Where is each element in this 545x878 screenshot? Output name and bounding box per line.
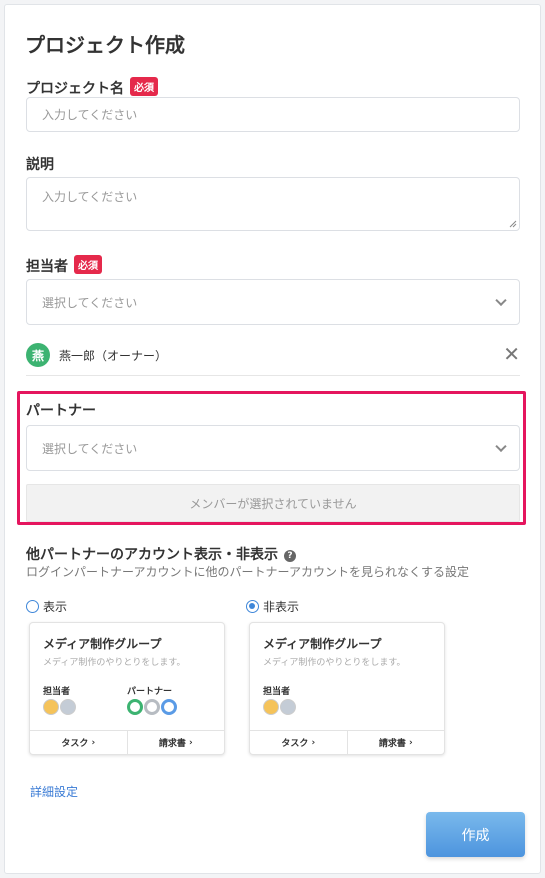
project-name-label-text: プロジェクト名 bbox=[26, 81, 124, 97]
chevron-right-icon: › bbox=[405, 737, 413, 748]
visibility-description: ログインパートナーアカウントに他のパートナーアカウントを見られなくする設定 bbox=[26, 565, 470, 579]
chevron-down-icon bbox=[495, 440, 507, 453]
required-badge: 必須 bbox=[130, 77, 158, 96]
radio-show-button[interactable] bbox=[26, 600, 39, 613]
help-icon[interactable]: ? bbox=[284, 550, 296, 562]
radio-hide-button[interactable] bbox=[246, 600, 259, 613]
description-label: 説明 bbox=[26, 157, 54, 173]
description-textarea[interactable]: 入力してください bbox=[26, 177, 520, 231]
radio-show[interactable]: 表示 bbox=[26, 598, 67, 615]
card-assignee-avatars bbox=[263, 699, 297, 715]
chevron-right-icon: › bbox=[88, 737, 96, 748]
chevron-right-icon: › bbox=[185, 737, 193, 748]
card-assignee-label: 担当者 bbox=[43, 687, 71, 697]
card-partner-avatars bbox=[127, 699, 178, 715]
radio-hide[interactable]: 非表示 bbox=[246, 598, 299, 615]
project-name-input[interactable]: 入力してください bbox=[26, 97, 520, 132]
radio-show-label: 表示 bbox=[43, 600, 68, 614]
card-assignee-label: 担当者 bbox=[263, 687, 291, 697]
card-invoice-label: 請求書 bbox=[158, 739, 186, 749]
card-task-link: タスク › bbox=[250, 731, 347, 754]
card-title: メディア制作グループ bbox=[43, 637, 162, 651]
card-partner-label: パートナー bbox=[127, 687, 173, 697]
project-name-placeholder: 入力してください bbox=[42, 108, 138, 122]
card-invoice-label: 請求書 bbox=[378, 739, 406, 749]
visibility-title: 他パートナーのアカウント表示・非表示? bbox=[26, 544, 296, 564]
avatar bbox=[43, 699, 59, 715]
assignee-placeholder: 選択してください bbox=[42, 295, 138, 310]
preview-card-hide: メディア制作グループ メディア制作のやりとりをします。 担当者 タスク › 請求… bbox=[249, 622, 445, 755]
partner-placeholder: 選択してください bbox=[42, 441, 138, 456]
required-badge: 必須 bbox=[74, 255, 102, 274]
card-invoice-link: 請求書 › bbox=[126, 731, 225, 754]
card-assignee-avatars bbox=[43, 699, 77, 715]
avatar bbox=[161, 699, 177, 715]
project-create-panel: プロジェクト作成 プロジェクト名 必須 入力してください 説明 入力してください … bbox=[4, 4, 541, 874]
avatar bbox=[60, 699, 76, 715]
avatar bbox=[127, 699, 143, 715]
avatar bbox=[144, 699, 160, 715]
card-invoice-link: 請求書 › bbox=[346, 731, 445, 754]
page-title: プロジェクト作成 bbox=[25, 33, 185, 57]
avatar bbox=[280, 699, 296, 715]
avatar: 燕 bbox=[26, 343, 50, 367]
card-description: メディア制作のやりとりをします。 bbox=[43, 658, 186, 668]
chevron-down-icon bbox=[495, 294, 507, 307]
avatar bbox=[263, 699, 279, 715]
resize-handle-icon[interactable] bbox=[509, 220, 517, 228]
radio-hide-label: 非表示 bbox=[263, 600, 300, 614]
card-footer: タスク › 請求書 › bbox=[30, 730, 224, 754]
assignee-name: 燕一郎（オーナー） bbox=[59, 349, 168, 363]
visibility-title-text: 他パートナーのアカウント表示・非表示 bbox=[26, 547, 278, 563]
card-task-label: タスク bbox=[61, 739, 89, 749]
assignee-label: 担当者 必須 bbox=[26, 255, 102, 276]
partner-label: パートナー bbox=[26, 403, 96, 419]
close-icon[interactable]: ✕ bbox=[503, 344, 520, 364]
create-button[interactable]: 作成 bbox=[426, 812, 525, 857]
project-name-label: プロジェクト名 必須 bbox=[26, 77, 158, 98]
assignee-label-text: 担当者 bbox=[26, 259, 68, 275]
partner-select[interactable]: 選択してください bbox=[26, 425, 520, 471]
card-footer: タスク › 請求書 › bbox=[250, 730, 444, 754]
card-description: メディア制作のやりとりをします。 bbox=[263, 658, 406, 668]
card-task-label: タスク bbox=[281, 739, 309, 749]
partner-empty-message: メンバーが選択されていません bbox=[26, 484, 520, 522]
assignee-selected-row: 燕 燕一郎（オーナー） ✕ bbox=[26, 343, 520, 376]
card-task-link: タスク › bbox=[30, 731, 127, 754]
card-title: メディア制作グループ bbox=[263, 637, 382, 651]
description-placeholder: 入力してください bbox=[42, 190, 138, 204]
preview-card-show: メディア制作グループ メディア制作のやりとりをします。 担当者 パートナー タス… bbox=[29, 622, 225, 755]
assignee-select[interactable]: 選択してください bbox=[26, 279, 520, 325]
chevron-right-icon: › bbox=[308, 737, 316, 748]
advanced-settings-link[interactable]: 詳細設定 bbox=[30, 783, 78, 800]
